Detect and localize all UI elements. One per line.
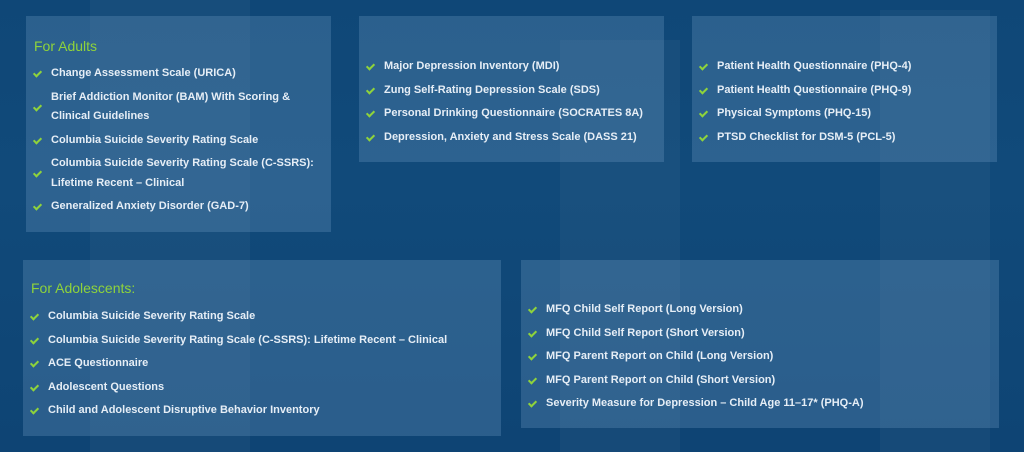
list-item[interactable]: MFQ Parent Report on Child (Long Version… [529,347,991,367]
list-item[interactable]: Columbia Suicide Severity Rating Scale (… [34,154,323,193]
check-icon [700,87,708,93]
list-item[interactable]: Brief Addiction Monitor (BAM) With Scori… [34,88,323,127]
list-item[interactable]: Columbia Suicide Severity Rating Scale [31,307,493,327]
list-item[interactable]: MFQ Child Self Report (Long Version) [529,300,991,320]
list-item[interactable]: Physical Symptoms (PHQ-15) [700,104,989,124]
adolescents-panel-1: For Adolescents: Columbia Suicide Severi… [23,260,501,436]
list-item[interactable]: MFQ Child Self Report (Short Version) [529,324,991,344]
list-item[interactable]: PTSD Checklist for DSM-5 (PCL-5) [700,128,989,148]
check-icon [367,110,375,116]
list-item[interactable]: Change Assessment Scale (URICA) [34,64,323,84]
check-icon [34,104,42,110]
adults-list-1: Change Assessment Scale (URICA) Brief Ad… [34,64,323,221]
adolescents-list-2: MFQ Child Self Report (Long Version) MFQ… [529,300,991,418]
check-icon [529,353,537,359]
check-icon [34,70,42,76]
adults-heading: For Adults [34,38,98,54]
list-item[interactable]: Personal Drinking Questionnaire (SOCRATE… [367,104,656,124]
check-icon [31,313,39,319]
adolescents-heading: For Adolescents: [31,280,136,296]
check-icon [700,134,708,140]
list-item[interactable]: Columbia Suicide Severity Rating Scale [34,131,323,151]
check-icon [367,63,375,69]
list-item[interactable]: Patient Health Questionnaire (PHQ-9) [700,81,989,101]
check-icon [367,134,375,140]
adults-panel-3: Patient Health Questionnaire (PHQ-4) Pat… [692,16,997,162]
check-icon [34,170,42,176]
list-item[interactable]: Child and Adolescent Disruptive Behavior… [31,401,493,421]
check-icon [700,63,708,69]
check-icon [31,360,39,366]
list-item[interactable]: Adolescent Questions [31,378,493,398]
adults-list-3: Patient Health Questionnaire (PHQ-4) Pat… [700,57,989,151]
list-item[interactable]: Depression, Anxiety and Stress Scale (DA… [367,128,656,148]
list-item[interactable]: Columbia Suicide Severity Rating Scale (… [31,331,493,351]
check-icon [34,137,42,143]
check-icon [529,400,537,406]
list-item[interactable]: Patient Health Questionnaire (PHQ-4) [700,57,989,77]
check-icon [529,330,537,336]
check-icon [34,203,42,209]
adults-panel-1: For Adults Change Assessment Scale (URIC… [26,16,331,232]
list-item[interactable]: Zung Self-Rating Depression Scale (SDS) [367,81,656,101]
list-item[interactable]: ACE Questionnaire [31,354,493,374]
check-icon [367,87,375,93]
check-icon [529,377,537,383]
check-icon [700,110,708,116]
adolescents-panel-2: MFQ Child Self Report (Long Version) MFQ… [521,260,999,428]
check-icon [31,337,39,343]
check-icon [529,306,537,312]
adults-panel-2: Major Depression Inventory (MDI) Zung Se… [359,16,664,162]
adults-list-2: Major Depression Inventory (MDI) Zung Se… [367,57,656,151]
list-item[interactable]: Major Depression Inventory (MDI) [367,57,656,77]
list-item[interactable]: MFQ Parent Report on Child (Short Versio… [529,371,991,391]
list-item[interactable]: Generalized Anxiety Disorder (GAD-7) [34,197,323,217]
list-item[interactable]: Severity Measure for Depression – Child … [529,394,991,414]
adolescents-list-1: Columbia Suicide Severity Rating Scale C… [31,307,493,425]
check-icon [31,407,39,413]
check-icon [31,384,39,390]
